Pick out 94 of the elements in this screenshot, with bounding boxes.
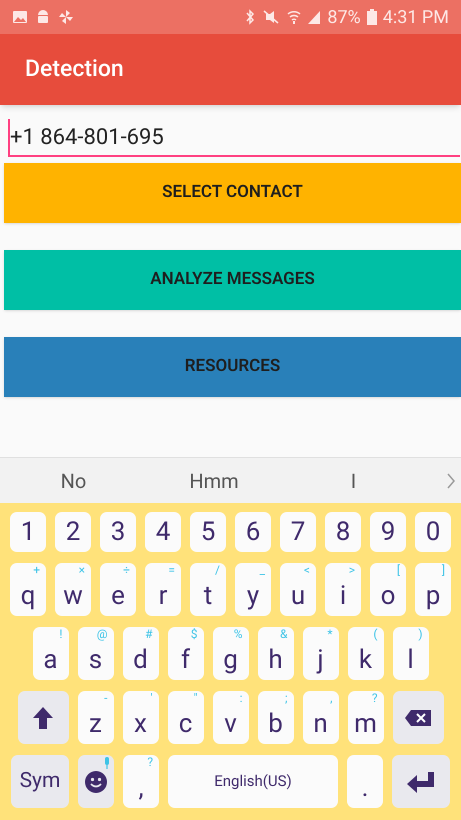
key-hint: [ bbox=[396, 564, 400, 576]
key[interactable]: z - bbox=[78, 691, 114, 744]
suggestion[interactable]: I bbox=[350, 466, 356, 496]
smiley-icon bbox=[85, 770, 107, 792]
key[interactable]: c " bbox=[168, 691, 204, 744]
key[interactable]: y _ bbox=[235, 563, 271, 616]
key-hint: _ bbox=[260, 564, 265, 576]
key[interactable]: 4 bbox=[145, 512, 181, 552]
key-hint: + bbox=[33, 564, 40, 576]
key-hint: < bbox=[304, 564, 310, 576]
key[interactable]: e ÷ bbox=[100, 563, 136, 616]
suggestion[interactable]: Hmm bbox=[189, 466, 239, 496]
key[interactable]: a ! bbox=[32, 627, 68, 680]
bluetooth-icon bbox=[245, 9, 256, 25]
key[interactable]: u < bbox=[280, 563, 316, 616]
key[interactable]: w × bbox=[55, 563, 91, 616]
key[interactable]: 5 bbox=[190, 512, 226, 552]
key[interactable]: j * bbox=[302, 627, 338, 680]
key-hint: ? bbox=[372, 692, 378, 704]
gallery-icon bbox=[12, 10, 28, 24]
key-hint: @ bbox=[96, 628, 108, 640]
key-hint: / bbox=[215, 564, 220, 576]
key[interactable]: v : bbox=[212, 691, 248, 744]
key-hint: = bbox=[168, 564, 175, 576]
key-hint: $ bbox=[190, 628, 198, 640]
key-hint: ( bbox=[373, 628, 378, 640]
wifi-icon bbox=[287, 9, 302, 25]
key[interactable]: 8 bbox=[325, 512, 361, 552]
key[interactable]: 7 bbox=[280, 512, 316, 552]
key[interactable]: o [ bbox=[370, 563, 406, 616]
phone-field[interactable]: +1 864-801-695 bbox=[8, 119, 460, 157]
key[interactable]: n , bbox=[302, 691, 338, 744]
key[interactable]: r = bbox=[145, 563, 181, 616]
key[interactable]: 9 bbox=[370, 512, 406, 552]
key[interactable]: i > bbox=[325, 563, 361, 616]
app-title: Detection bbox=[25, 54, 124, 84]
shift-key[interactable] bbox=[18, 691, 68, 744]
key-hint: ! bbox=[59, 628, 62, 640]
key-hint: - bbox=[104, 692, 108, 704]
shift-arrow-icon bbox=[32, 706, 54, 730]
key[interactable]: x ' bbox=[122, 691, 158, 744]
mute-icon bbox=[261, 9, 282, 25]
key[interactable]: f $ bbox=[168, 627, 204, 680]
clock: 4:31 PM bbox=[382, 6, 449, 30]
key[interactable]: g % bbox=[212, 627, 248, 680]
action-button[interactable]: RESOURCES bbox=[4, 337, 461, 397]
key-hint: ; bbox=[284, 692, 288, 704]
space-key[interactable]: English(US) bbox=[168, 755, 338, 808]
key-hint: ) bbox=[418, 628, 422, 640]
key-hint: ] bbox=[442, 564, 445, 576]
key-hint: > bbox=[348, 564, 355, 576]
key-hint: * bbox=[327, 628, 332, 640]
key[interactable]: q + bbox=[10, 563, 46, 616]
chevron-right-icon bbox=[446, 472, 456, 488]
key-hint: & bbox=[280, 628, 288, 640]
key[interactable]: s @ bbox=[78, 627, 114, 680]
battery-percent: 87% bbox=[327, 6, 361, 30]
backspace-icon bbox=[404, 708, 432, 726]
key[interactable]: . bbox=[347, 755, 383, 808]
key[interactable]: t / bbox=[190, 563, 226, 616]
key-hint: , bbox=[330, 692, 332, 704]
key[interactable]: h & bbox=[258, 627, 294, 680]
key[interactable]: b ; bbox=[258, 691, 294, 744]
key-hint: ' bbox=[150, 692, 152, 704]
key-hint: # bbox=[145, 628, 152, 640]
backspace-key[interactable] bbox=[392, 691, 444, 744]
microphone-icon bbox=[103, 757, 111, 769]
key[interactable]: p ] bbox=[415, 563, 451, 616]
key[interactable]: l ) bbox=[392, 627, 428, 680]
key-hint: % bbox=[234, 628, 242, 640]
key[interactable]: m ? bbox=[348, 691, 384, 744]
key-hint: " bbox=[194, 692, 198, 704]
enter-key[interactable] bbox=[392, 755, 450, 808]
battery-icon bbox=[366, 9, 377, 25]
action-button[interactable]: SELECT CONTACT bbox=[4, 163, 461, 223]
suggestion[interactable]: No bbox=[60, 466, 86, 496]
key-hint: ÷ bbox=[123, 564, 130, 576]
key[interactable]: 0 bbox=[415, 512, 451, 552]
pinwheel-icon bbox=[58, 9, 74, 25]
enter-arrow-icon bbox=[406, 770, 436, 794]
key[interactable]: 6 bbox=[235, 512, 271, 552]
key-hint: × bbox=[78, 564, 85, 576]
action-button[interactable]: ANALYZE MESSAGES bbox=[4, 250, 461, 310]
key[interactable]: , ? bbox=[123, 755, 159, 808]
key[interactable]: d # bbox=[122, 627, 158, 680]
key[interactable]: k ( bbox=[348, 627, 384, 680]
key-hint: : bbox=[240, 692, 242, 704]
emoji-key[interactable] bbox=[78, 755, 114, 808]
signal-icon bbox=[307, 10, 322, 24]
sym-key[interactable]: Sym bbox=[11, 755, 69, 808]
key[interactable]: 3 bbox=[100, 512, 136, 552]
key[interactable]: 1 bbox=[10, 512, 46, 552]
key[interactable]: 2 bbox=[55, 512, 91, 552]
key-hint: ? bbox=[147, 756, 153, 768]
